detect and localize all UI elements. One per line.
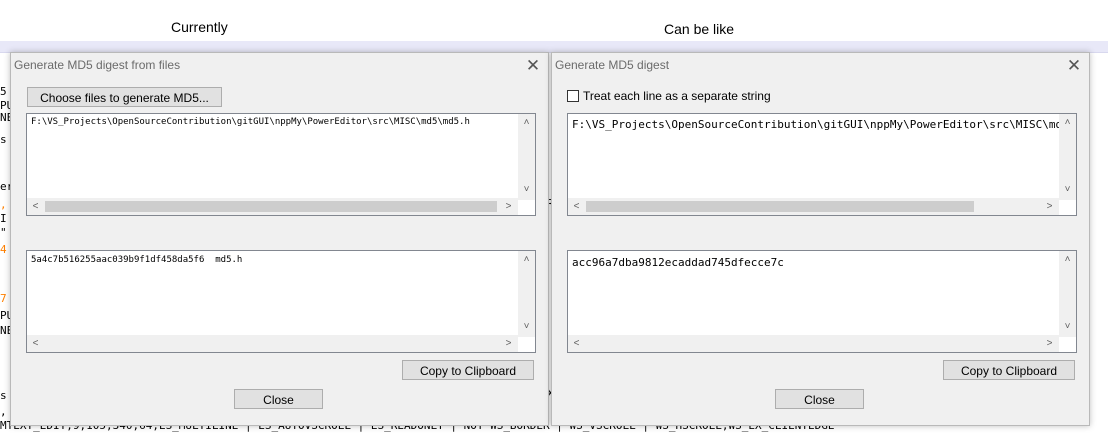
scroll-right-icon[interactable]: > xyxy=(1041,335,1058,352)
choose-files-button[interactable]: Choose files to generate MD5... xyxy=(27,87,222,107)
scroll-up-icon[interactable]: ˄ xyxy=(1059,251,1076,268)
dialog-title: Generate MD5 digest from files xyxy=(14,58,181,72)
close-button[interactable]: Close xyxy=(234,389,323,409)
scroll-right-icon[interactable]: > xyxy=(500,198,517,215)
close-button[interactable]: Close xyxy=(775,389,864,409)
code-fragment: , xyxy=(0,405,7,418)
scroll-right-icon[interactable]: > xyxy=(1041,198,1058,215)
caption-can-be-like: Can be like xyxy=(664,21,735,37)
horizontal-scrollbar[interactable]: < > xyxy=(568,335,1059,352)
horizontal-scrollbar[interactable]: < > xyxy=(568,198,1059,215)
scroll-left-icon[interactable]: < xyxy=(27,335,44,352)
vertical-scrollbar[interactable]: ˄ ˅ xyxy=(1059,251,1076,337)
dialog-md5-digest: Generate MD5 digest ✕ Treat each line as… xyxy=(551,52,1090,426)
horizontal-scrollbar[interactable]: < > xyxy=(27,335,518,352)
scroll-thumb[interactable] xyxy=(45,201,497,212)
code-fragment: s xyxy=(0,389,7,402)
code-fragment: I xyxy=(0,212,7,225)
horizontal-scrollbar[interactable]: < > xyxy=(27,198,518,215)
code-fragment: 5 xyxy=(0,85,7,98)
code-fragment: 4 xyxy=(0,243,7,256)
md5-result-box[interactable]: 5a4c7b516255aac039b9f1df458da5f6 md5.h ˄… xyxy=(26,250,536,353)
code-fragment: , xyxy=(0,198,7,211)
scroll-down-icon[interactable]: ˅ xyxy=(1059,318,1076,335)
scroll-left-icon[interactable]: < xyxy=(27,198,44,215)
md5-result-box[interactable]: acc96a7dba9812ecaddad745dfecce7c ˄ ˅ < > xyxy=(567,250,1077,353)
close-icon[interactable]: ✕ xyxy=(521,55,545,77)
copy-to-clipboard-button[interactable]: Copy to Clipboard xyxy=(943,360,1075,380)
scroll-left-icon[interactable]: < xyxy=(568,198,585,215)
code-fragment: 7 xyxy=(0,292,7,305)
copy-to-clipboard-button[interactable]: Copy to Clipboard xyxy=(402,360,534,380)
code-fragment: " xyxy=(0,226,7,239)
dialog-md5-from-files: Generate MD5 digest from files ✕ Choose … xyxy=(10,52,549,426)
scroll-thumb[interactable] xyxy=(586,201,974,212)
md5-result-text: acc96a7dba9812ecaddad745dfecce7c xyxy=(572,256,784,269)
separate-lines-checkbox[interactable] xyxy=(567,90,579,102)
scroll-up-icon[interactable]: ˄ xyxy=(518,251,535,268)
scroll-down-icon[interactable]: ˅ xyxy=(1059,181,1076,198)
md5-input-box[interactable]: F:\VS_Projects\OpenSourceContribution\gi… xyxy=(567,113,1077,216)
code-fragment: s xyxy=(0,133,7,146)
files-path-text: F:\VS_Projects\OpenSourceContribution\gi… xyxy=(31,117,470,127)
scroll-down-icon[interactable]: ˅ xyxy=(518,318,535,335)
caption-currently: Currently xyxy=(171,19,228,35)
dialog-title: Generate MD5 digest xyxy=(555,58,670,72)
vertical-scrollbar[interactable]: ˄ ˅ xyxy=(518,251,535,337)
md5-input-text: F:\VS_Projects\OpenSourceContribution\gi… xyxy=(572,118,1077,131)
separate-lines-label[interactable]: Treat each line as a separate string xyxy=(583,89,771,103)
md5-result-text: 5a4c7b516255aac039b9f1df458da5f6 md5.h xyxy=(31,255,243,265)
scroll-right-icon[interactable]: > xyxy=(500,335,517,352)
scroll-left-icon[interactable]: < xyxy=(568,335,585,352)
files-path-box[interactable]: F:\VS_Projects\OpenSourceContribution\gi… xyxy=(26,113,536,216)
scroll-up-icon[interactable]: ˄ xyxy=(1059,114,1076,131)
scroll-up-icon[interactable]: ˄ xyxy=(518,114,535,131)
vertical-scrollbar[interactable]: ˄ ˅ xyxy=(518,114,535,200)
close-icon[interactable]: ✕ xyxy=(1062,55,1086,77)
vertical-scrollbar[interactable]: ˄ ˅ xyxy=(1059,114,1076,200)
scroll-down-icon[interactable]: ˅ xyxy=(518,181,535,198)
